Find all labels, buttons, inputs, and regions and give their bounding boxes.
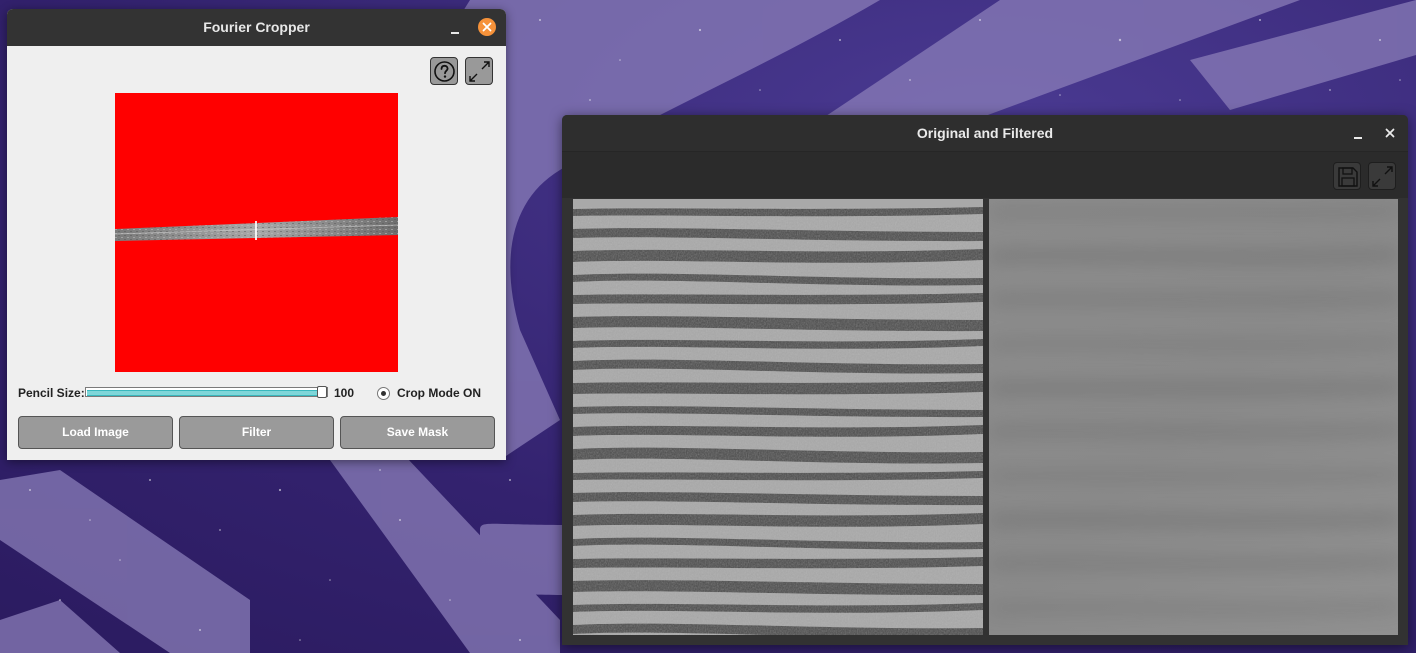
floppy-disk-icon (1338, 167, 1358, 187)
texture-stripe (573, 249, 983, 263)
cropper-window-title: Fourier Cropper (203, 19, 310, 35)
expand-arrows-icon (1372, 166, 1393, 187)
save-image-button[interactable] (1333, 162, 1361, 190)
help-button[interactable] (430, 57, 458, 85)
fourier-cropper-window: Fourier Cropper Pencil Size: 100 Crop Mo… (7, 9, 506, 460)
filtered-window-title: Original and Filtered (916, 125, 1054, 141)
filtered-texture-stripe (989, 381, 1398, 395)
original-image (573, 199, 983, 635)
slider-thumb[interactable] (317, 386, 327, 398)
filter-button[interactable]: Filter (179, 416, 334, 449)
pencil-size-label: Pencil Size: (18, 386, 85, 400)
close-icon (482, 22, 492, 32)
dc-center-marker (255, 221, 257, 240)
cropper-titlebar[interactable]: Fourier Cropper (7, 9, 506, 46)
cropper-expand-button[interactable] (465, 57, 493, 85)
crop-mode-radio[interactable] (377, 387, 390, 400)
filtered-minimize-button[interactable] (1348, 123, 1368, 143)
texture-stripe (573, 513, 983, 527)
cropper-minimize-button[interactable] (445, 18, 465, 38)
slider-fill (87, 390, 317, 396)
filtered-titlebar[interactable]: Original and Filtered (562, 115, 1408, 152)
crop-mode-label[interactable]: Crop Mode ON (397, 386, 481, 400)
filtered-texture-stripe (989, 249, 1398, 263)
original-filtered-window: Original and Filtered (562, 115, 1408, 645)
filtered-texture-stripe (989, 513, 1398, 527)
pencil-size-value: 100 (334, 386, 355, 400)
close-icon (1385, 128, 1395, 138)
filtered-expand-button[interactable] (1368, 162, 1396, 190)
load-image-button[interactable]: Load Image (18, 416, 173, 449)
save-mask-button[interactable]: Save Mask (340, 416, 495, 449)
filtered-close-button[interactable] (1380, 123, 1400, 143)
original-image-panel (573, 199, 983, 635)
expand-arrows-icon (469, 61, 490, 82)
question-circle-icon (434, 61, 455, 82)
filtered-image (989, 199, 1398, 635)
texture-stripe (573, 381, 983, 395)
filtered-image-panel (989, 199, 1398, 635)
filtered-toolbar (562, 152, 1408, 198)
cropper-close-button[interactable] (478, 18, 496, 36)
pencil-size-slider[interactable] (85, 386, 328, 400)
fourier-mask-canvas[interactable] (115, 93, 398, 372)
